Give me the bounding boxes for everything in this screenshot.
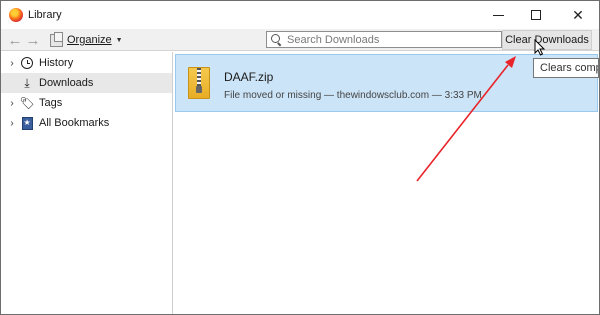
sidebar-item-history[interactable]: › History bbox=[1, 53, 172, 73]
back-button[interactable]: ← bbox=[6, 31, 24, 49]
close-button[interactable]: ✕ bbox=[557, 1, 599, 29]
forward-arrow-icon: → bbox=[25, 31, 41, 49]
library-window: Library ✕ ← → Organize ▼ Clear Downloads… bbox=[0, 0, 600, 315]
forward-button[interactable]: → bbox=[24, 31, 42, 49]
sidebar-item-label: All Bookmarks bbox=[39, 117, 110, 129]
search-box[interactable] bbox=[266, 31, 502, 48]
zip-file-icon bbox=[188, 67, 210, 99]
sidebar-item-downloads[interactable]: ⤓ Downloads bbox=[1, 73, 172, 93]
tag-icon: 🏷 bbox=[19, 96, 35, 110]
expand-chevron-icon[interactable]: › bbox=[7, 118, 17, 129]
search-icon bbox=[271, 34, 282, 45]
sidebar-item-label: Downloads bbox=[39, 77, 94, 89]
sidebar-item-label: Tags bbox=[39, 97, 63, 109]
sidebar-item-tags[interactable]: › 🏷 Tags bbox=[1, 93, 172, 113]
minimize-button[interactable] bbox=[477, 1, 519, 29]
firefox-icon bbox=[9, 8, 23, 22]
sidebar-item-all-bookmarks[interactable]: › All Bookmarks bbox=[1, 113, 172, 133]
bookmarks-icon bbox=[21, 116, 33, 130]
clock-icon bbox=[21, 57, 33, 69]
maximize-button[interactable] bbox=[515, 1, 557, 29]
close-icon: ✕ bbox=[572, 6, 584, 23]
organize-icon bbox=[50, 31, 63, 47]
sidebar-item-label: History bbox=[39, 57, 74, 69]
expand-chevron-icon[interactable]: › bbox=[7, 58, 17, 69]
organize-menu-button[interactable]: Organize ▼ bbox=[50, 31, 123, 49]
downloads-list: DAAF.zip File moved or missing — thewind… bbox=[174, 52, 599, 314]
clear-downloads-button[interactable]: Clear Downloads bbox=[502, 30, 592, 50]
window-title: Library bbox=[28, 9, 62, 21]
clear-downloads-tooltip: Clears compl bbox=[533, 58, 599, 78]
dropdown-caret-icon: ▼ bbox=[115, 36, 123, 44]
expand-chevron-icon[interactable]: › bbox=[7, 98, 17, 109]
search-downloads-input[interactable] bbox=[287, 33, 497, 46]
minimize-icon bbox=[492, 14, 504, 16]
organize-label: Organize bbox=[67, 34, 112, 46]
download-icon: ⤓ bbox=[24, 75, 30, 90]
toolbar: ← → Organize ▼ Clear Downloads bbox=[1, 29, 599, 51]
sidebar: › History ⤓ Downloads › 🏷 Tags › All Boo… bbox=[1, 52, 173, 314]
back-arrow-icon: ← bbox=[7, 31, 23, 49]
maximize-icon bbox=[531, 10, 541, 20]
download-status: File moved or missing — thewindowsclub.c… bbox=[224, 90, 482, 101]
mouse-cursor-icon bbox=[534, 39, 546, 56]
title-bar: Library ✕ bbox=[1, 1, 599, 29]
download-filename: DAAF.zip bbox=[224, 70, 274, 84]
